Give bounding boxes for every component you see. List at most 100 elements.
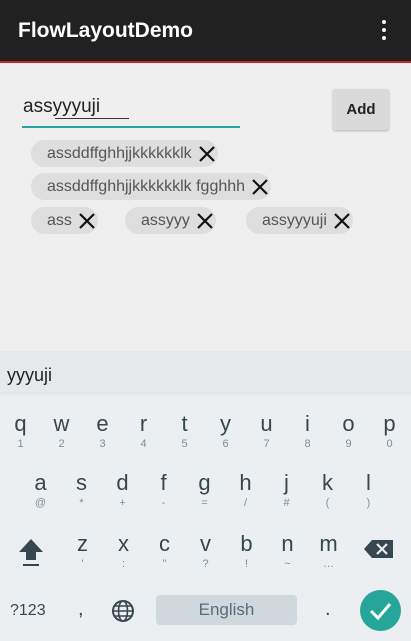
tag-chip[interactable]: assddffghhjjkkkkkklk — [31, 140, 218, 167]
key-char: a — [34, 470, 47, 495]
check-icon — [369, 603, 392, 621]
composing-underline — [55, 118, 129, 119]
close-icon[interactable] — [331, 210, 353, 232]
shift-icon[interactable] — [16, 535, 46, 569]
symbols-key[interactable]: ?123 — [10, 602, 46, 620]
key-f[interactable]: f- — [143, 470, 184, 510]
key-c[interactable]: c " — [144, 531, 185, 571]
period-key[interactable]: . — [325, 598, 331, 621]
key-u[interactable]: u7 — [246, 411, 287, 451]
key-char: b — [240, 531, 253, 556]
key-hint: @ — [34, 497, 47, 509]
close-icon[interactable] — [196, 143, 218, 165]
key-hint: 4 — [140, 438, 147, 450]
key-char: g — [198, 470, 211, 495]
key-hint: 7 — [263, 438, 270, 450]
key-r[interactable]: r4 — [123, 411, 164, 451]
key-w[interactable]: w2 — [41, 411, 82, 451]
key-m[interactable]: m… — [308, 531, 349, 571]
key-hint: / — [243, 497, 248, 509]
tag-chip[interactable]: ass — [31, 207, 98, 234]
key-hint: + — [119, 497, 126, 509]
key-h[interactable]: h / — [225, 470, 266, 510]
key-char: s — [76, 470, 87, 495]
enter-key[interactable] — [360, 590, 401, 631]
key-hint: = — [201, 497, 208, 509]
app-bar: FlowLayoutDemo — [0, 0, 411, 63]
key-n[interactable]: n ~ — [267, 531, 308, 571]
tag-label: assddffghhjjkkkkkklk — [47, 144, 192, 162]
globe-icon[interactable] — [111, 599, 135, 623]
key-i[interactable]: i8 — [287, 411, 328, 451]
tag-chip[interactable]: assddffghhjjkkkkkklk fgghhh — [31, 173, 272, 200]
app-title: FlowLayoutDemo — [18, 19, 194, 42]
add-button[interactable]: Add — [333, 89, 389, 130]
key-char: q — [14, 411, 27, 436]
more-vert-icon[interactable] — [374, 20, 394, 44]
key-char: o — [342, 411, 355, 436]
key-v[interactable]: v? — [185, 531, 226, 571]
suggestion-strip: yyyuji — [0, 351, 411, 395]
key-hint: … — [323, 558, 334, 570]
key-char: u — [260, 411, 273, 436]
key-hint: : — [121, 558, 126, 570]
key-hint: 1 — [17, 438, 24, 450]
key-hint: ? — [202, 558, 209, 570]
key-char: e — [96, 411, 109, 436]
key-l[interactable]: l) — [348, 470, 389, 510]
key-char: f — [160, 470, 167, 495]
key-hint: ( — [325, 497, 330, 509]
key-char: l — [366, 470, 371, 495]
key-hint: ! — [244, 558, 249, 570]
key-hint: " — [162, 558, 167, 570]
key-hint: ' — [81, 558, 84, 570]
key-t[interactable]: t5 — [164, 411, 205, 451]
close-icon[interactable] — [194, 210, 216, 232]
comma-key[interactable]: , — [78, 598, 84, 621]
key-hint: 6 — [222, 438, 229, 450]
key-a[interactable]: a @ — [20, 470, 61, 510]
key-d[interactable]: d + — [102, 470, 143, 510]
tag-label: assyyyuji — [262, 211, 327, 229]
main-content: Add assddffghhjjkkkkkklk assddffghhjjkkk… — [0, 64, 411, 351]
key-o[interactable]: o9 — [328, 411, 369, 451]
tag-input-field[interactable] — [22, 90, 240, 128]
close-icon[interactable] — [76, 210, 98, 232]
key-char: j — [284, 470, 289, 495]
key-hint: ) — [366, 497, 371, 509]
key-hint: # — [283, 497, 290, 509]
key-char: t — [181, 411, 188, 436]
tag-chip[interactable]: assyyy — [125, 207, 216, 234]
soft-keyboard: yyyuji q1 w2 e3 r4 t5 y6 u7 i8 o9 p0 a @ … — [0, 351, 411, 641]
suggestion-word[interactable]: yyyuji — [7, 365, 52, 386]
key-char: k — [322, 470, 333, 495]
key-y[interactable]: y6 — [205, 411, 246, 451]
close-icon[interactable] — [249, 176, 271, 198]
key-q[interactable]: q1 — [0, 411, 41, 451]
key-hint: 9 — [345, 438, 352, 450]
key-p[interactable]: p0 — [369, 411, 410, 451]
key-char: p — [383, 411, 396, 436]
key-char: r — [139, 411, 148, 436]
tag-chip[interactable]: assyyyuji — [246, 207, 353, 234]
key-g[interactable]: g = — [184, 470, 225, 510]
key-hint: * — [79, 497, 84, 509]
key-z[interactable]: z ' — [62, 531, 103, 571]
key-char: c — [159, 531, 170, 556]
backspace-icon[interactable] — [363, 538, 395, 560]
space-bar[interactable]: English — [156, 595, 297, 625]
key-char: z — [77, 531, 88, 556]
key-b[interactable]: b! — [226, 531, 267, 571]
key-hint: 8 — [304, 438, 311, 450]
key-s[interactable]: s * — [61, 470, 102, 510]
key-char: v — [200, 531, 211, 556]
key-j[interactable]: j # — [266, 470, 307, 510]
key-k[interactable]: k( — [307, 470, 348, 510]
key-hint: 0 — [386, 438, 393, 450]
tag-label: assyyy — [141, 211, 190, 229]
key-e[interactable]: e3 — [82, 411, 123, 451]
key-char: w — [53, 411, 70, 436]
key-hint: 3 — [99, 438, 106, 450]
key-x[interactable]: x: — [103, 531, 144, 571]
key-hint: 2 — [58, 438, 65, 450]
